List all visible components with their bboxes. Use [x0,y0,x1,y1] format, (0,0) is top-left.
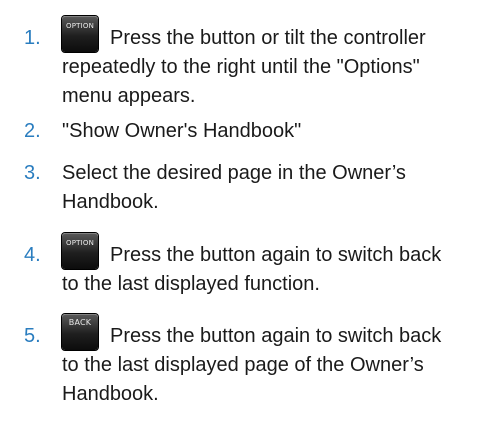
step-number: 5. [24,325,41,347]
step-number: 3. [24,162,41,184]
back-button-label: BACK [68,318,92,327]
step-number: 1. [24,27,41,49]
step-line: "Show Owner's Handbook" [62,120,302,142]
step-text: OPTION Press the button again to switch b… [62,233,482,299]
step-line: repeatedly to the right until the "Optio… [62,56,420,78]
back-button-icon: BACK [62,314,98,350]
step-line-text: Press the button again to switch back [110,325,442,347]
step-line: Handbook. [62,383,159,405]
step-line: BACK Press the button again to switch bac… [62,314,482,351]
step-line: OPTION Press the button again to switch b… [62,233,482,270]
step-text: BACK Press the button again to switch bac… [62,314,482,409]
step-line: to the last displayed page of the Owner’… [62,354,424,376]
step-number: 2. [24,120,41,142]
step-line-text: Press the button again to switch back [110,244,442,266]
step-line: menu appears. [62,85,196,107]
option-button-label: OPTION [65,22,95,30]
option-button-icon: OPTION [62,233,98,269]
step-line-text: Press the button or tilt the controller [110,27,426,49]
option-button-icon: OPTION [62,16,98,52]
step-line: Select the desired page in the Owner’s [62,162,406,184]
step-line: Handbook. [62,191,159,213]
step-text: Select the desired page in the Owner’s H… [62,159,482,217]
step-number: 4. [24,244,41,266]
step-line: to the last displayed function. [62,273,320,295]
step-text: "Show Owner's Handbook" [62,117,482,146]
step-line: OPTION Press the button or tilt the contr… [62,16,482,53]
step-text: OPTION Press the button or tilt the contr… [62,16,482,111]
option-button-label: OPTION [65,239,95,247]
